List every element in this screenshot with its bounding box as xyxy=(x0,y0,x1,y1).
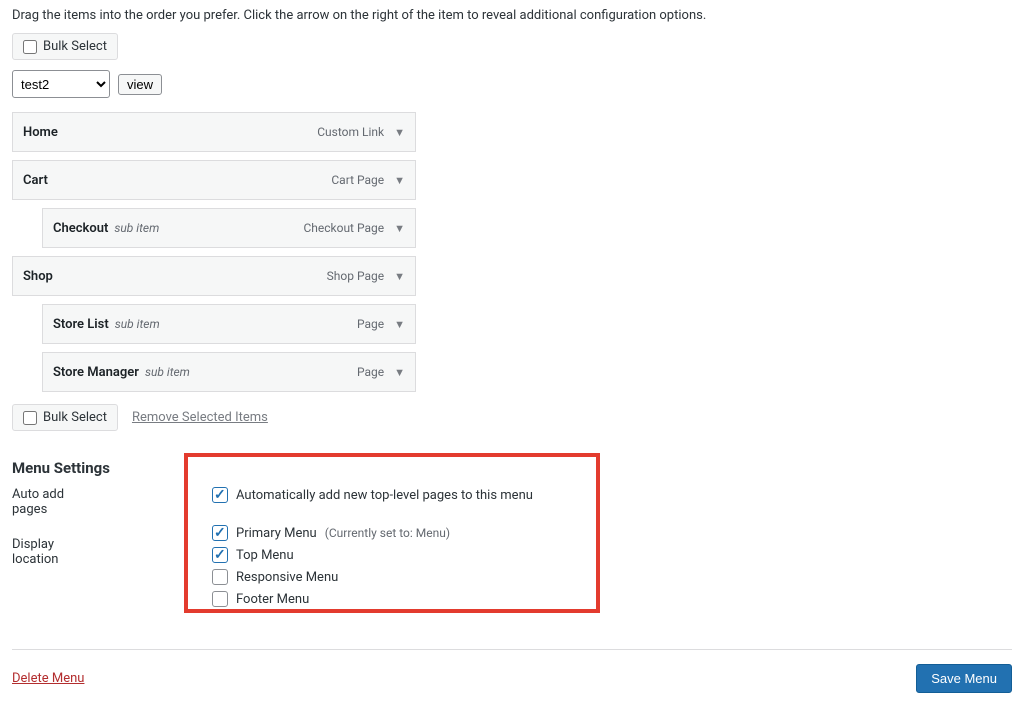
menu-select[interactable]: test2 xyxy=(12,70,110,98)
menu-item[interactable]: Store Manager sub item Page ▼ xyxy=(42,352,416,392)
bulk-select-label-bottom: Bulk Select xyxy=(43,410,107,425)
display-location-row: Top Menu xyxy=(212,547,533,563)
menu-item[interactable]: Store List sub item Page ▼ xyxy=(42,304,416,344)
menu-item[interactable]: Home Custom Link ▼ xyxy=(12,112,416,152)
instructions-text: Drag the items into the order you prefer… xyxy=(12,8,1012,23)
chevron-down-icon[interactable]: ▼ xyxy=(394,270,405,283)
menu-item-title: Store Manager xyxy=(53,365,139,380)
menu-select-row: test2 view xyxy=(12,70,1012,98)
bulk-select-row-top: Bulk Select xyxy=(12,33,1012,60)
footer-row: Delete Menu Save Menu xyxy=(12,649,1012,693)
menu-settings-header: Menu Settings xyxy=(12,459,1012,477)
auto-add-pages-checkbox[interactable] xyxy=(212,487,228,503)
display-location-label: Display location xyxy=(12,537,102,567)
menu-item[interactable]: Checkout sub item Checkout Page ▼ xyxy=(42,208,416,248)
view-button[interactable]: view xyxy=(118,74,162,95)
display-location-checkbox[interactable] xyxy=(212,569,228,585)
display-location-checkbox[interactable] xyxy=(212,591,228,607)
auto-add-pages-text: Automatically add new top-level pages to… xyxy=(236,488,533,503)
display-location-label-text: Responsive Menu xyxy=(236,570,338,585)
menu-item-title: Store List xyxy=(53,317,109,332)
menu-item-title: Cart xyxy=(23,173,48,188)
menu-item[interactable]: Cart Cart Page ▼ xyxy=(12,160,416,200)
chevron-down-icon[interactable]: ▼ xyxy=(394,318,405,331)
menu-item-type: Custom Link xyxy=(317,125,384,139)
menu-item-type: Page xyxy=(357,317,384,331)
display-location-checkbox[interactable] xyxy=(212,525,228,541)
menu-item-type: Page xyxy=(357,365,384,379)
menu-item-type: Checkout Page xyxy=(303,221,384,235)
chevron-down-icon[interactable]: ▼ xyxy=(394,126,405,139)
display-locations-list: Primary Menu (Currently set to: Menu) Top … xyxy=(212,525,533,607)
bulk-select-checkbox-top[interactable] xyxy=(23,40,37,54)
remove-selected-link[interactable]: Remove Selected Items xyxy=(132,410,268,425)
menu-item-type: Shop Page xyxy=(327,269,384,283)
display-location-row: Primary Menu (Currently set to: Menu) xyxy=(212,525,533,541)
display-location-checkbox[interactable] xyxy=(212,547,228,563)
menu-item-title: Home xyxy=(23,125,58,140)
display-location-label-text: Footer Menu xyxy=(236,592,309,607)
bulk-select-row-bottom: Bulk Select Remove Selected Items xyxy=(12,404,1012,431)
save-menu-button[interactable]: Save Menu xyxy=(916,664,1012,693)
display-location-row: Footer Menu xyxy=(212,591,533,607)
display-location-row: Responsive Menu xyxy=(212,569,533,585)
bulk-select-checkbox-bottom[interactable] xyxy=(23,411,37,425)
menu-settings-section: Menu Settings Auto add pages Display loc… xyxy=(12,459,1012,621)
menu-item-title: Checkout xyxy=(53,221,108,236)
chevron-down-icon[interactable]: ▼ xyxy=(394,366,405,379)
menu-item-subtext: sub item xyxy=(114,221,159,235)
menu-item-title: Shop xyxy=(23,269,53,284)
bulk-select-label-top: Bulk Select xyxy=(43,39,107,54)
display-location-label-text: Top Menu xyxy=(236,548,294,563)
auto-add-pages-row: Automatically add new top-level pages to… xyxy=(212,487,533,503)
menu-items-list: Home Custom Link ▼ Cart Cart Page ▼ Checkout su… xyxy=(12,112,416,392)
menu-item-subtext: sub item xyxy=(115,317,160,331)
menu-item-type: Cart Page xyxy=(331,173,384,187)
display-location-label-text: Primary Menu xyxy=(236,526,317,541)
chevron-down-icon[interactable]: ▼ xyxy=(394,222,405,235)
menu-item-subtext: sub item xyxy=(145,365,190,379)
delete-menu-link[interactable]: Delete Menu xyxy=(12,671,84,686)
bulk-select-top[interactable]: Bulk Select xyxy=(12,33,118,60)
chevron-down-icon[interactable]: ▼ xyxy=(394,174,405,187)
display-location-note: (Currently set to: Menu) xyxy=(325,526,450,540)
bulk-select-bottom[interactable]: Bulk Select xyxy=(12,404,118,431)
auto-add-pages-label: Auto add pages xyxy=(12,487,102,517)
menu-item[interactable]: Shop Shop Page ▼ xyxy=(12,256,416,296)
